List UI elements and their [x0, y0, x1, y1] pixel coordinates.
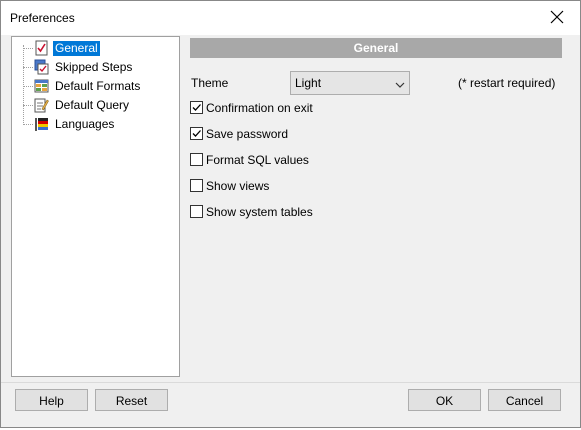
query-icon [34, 97, 49, 113]
help-button[interactable]: Help [15, 389, 88, 411]
tree-item-skipped-steps[interactable]: Skipped Steps [12, 58, 179, 77]
tree-item-label: Languages [55, 117, 115, 131]
cancel-button[interactable]: Cancel [488, 389, 561, 411]
checkbox-label: Confirmation on exit [206, 101, 313, 115]
checkbox-label: Format SQL values [206, 153, 309, 167]
close-icon[interactable] [548, 8, 566, 26]
checklist-icon [34, 40, 49, 56]
chevron-down-icon [395, 78, 405, 88]
ok-button[interactable]: OK [408, 389, 481, 411]
theme-select-value: Light [295, 76, 322, 90]
tree-item-languages[interactable]: Languages [12, 115, 179, 134]
tree-item-default-formats[interactable]: Default Formats [12, 77, 179, 96]
checkbox-label: Show views [206, 179, 270, 193]
tree-item-general[interactable]: General [12, 39, 179, 58]
footer-divider [1, 382, 580, 383]
theme-select[interactable]: Light [290, 71, 410, 95]
tree-item-label: Default Query [55, 98, 130, 112]
restart-note: (* restart required) [458, 76, 556, 90]
checkbox-label: Save password [206, 127, 289, 141]
reset-button[interactable]: Reset [95, 389, 168, 411]
window-title: Preferences [10, 11, 75, 25]
checkbox-box[interactable] [190, 205, 203, 218]
checkbox-box[interactable] [190, 101, 203, 114]
checkbox-label: Show system tables [206, 205, 313, 219]
title-bar: Preferences [1, 1, 580, 35]
flag-icon [34, 116, 49, 132]
preferences-dialog: Preferences General Skipped Steps Defaul… [0, 0, 581, 428]
tree-item-label: General [53, 41, 100, 56]
formats-icon [34, 78, 49, 94]
checkbox-box[interactable] [190, 153, 203, 166]
preferences-tree: General Skipped Steps Default Formats De… [11, 36, 180, 377]
tree-item-default-query[interactable]: Default Query [12, 96, 179, 115]
steps-icon [34, 59, 49, 75]
tree-item-label: Skipped Steps [55, 60, 133, 74]
theme-label: Theme [191, 76, 229, 90]
tree-item-label: Default Formats [55, 79, 141, 93]
panel-header: General [190, 38, 562, 58]
checkbox-box[interactable] [190, 179, 203, 192]
checkbox-box[interactable] [190, 127, 203, 140]
